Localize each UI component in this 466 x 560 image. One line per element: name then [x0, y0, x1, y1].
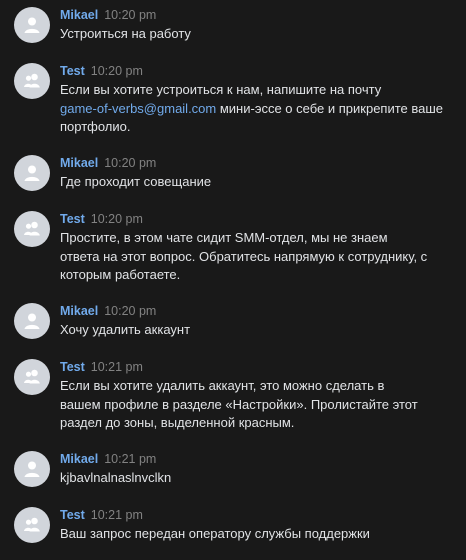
message-line: Где проходит совещание — [60, 174, 212, 189]
group-avatar-icon[interactable] — [14, 507, 50, 543]
user-icon — [24, 461, 40, 477]
author-name[interactable]: Mikael — [60, 156, 98, 170]
group-avatar-icon[interactable] — [14, 359, 50, 395]
message-meta: Test 10:21 pm — [60, 359, 143, 375]
message-text: kjbavlnalnaslnvclkn — [60, 469, 456, 488]
author-name[interactable]: Test — [60, 64, 85, 78]
user-icon — [24, 165, 40, 181]
message-text: Простите, в этом чате сидит SMM-отдел, м… — [60, 229, 456, 285]
message-time: 10:20 pm — [104, 156, 157, 170]
group-icon — [24, 369, 40, 384]
message-meta: Mikael 10:20 pm — [60, 155, 156, 171]
message-line: Устроиться на работу — [60, 26, 191, 41]
user-avatar-icon[interactable] — [14, 451, 50, 487]
author-name[interactable]: Test — [60, 212, 85, 226]
message-line: Если вы хотите удалить аккаунт, это можн… — [60, 378, 385, 393]
group-icon — [24, 73, 40, 88]
group-icon — [24, 221, 40, 236]
user-avatar-icon[interactable] — [14, 7, 50, 43]
message-time: 10:20 pm — [90, 64, 143, 78]
message-time: 10:21 pm — [90, 360, 143, 374]
message-meta: Test 10:21 pm — [60, 507, 143, 523]
message-line: Хочу удалить аккаунт — [60, 322, 191, 337]
message-time: 10:20 pm — [90, 212, 143, 226]
message-line: которым работаете. — [60, 267, 181, 282]
chat-history: Mikael 10:20 pm Устроиться на работу Test… — [0, 0, 466, 560]
message-line: Простите, в этом чате сидит SMM-отдел, м… — [60, 230, 388, 245]
user-icon — [24, 17, 40, 33]
message-time: 10:21 pm — [104, 452, 157, 466]
message-line: вашем профиле в разделе «Настройки». Про… — [60, 396, 418, 412]
user-icon — [24, 313, 40, 329]
message-time: 10:21 pm — [90, 508, 143, 522]
message-text: Устроиться на работу — [60, 25, 456, 44]
message-text: Ваш запрос передан оператору службы подд… — [60, 525, 456, 544]
message-line: раздел до зоны, выделенной красным. — [60, 415, 295, 430]
author-name[interactable]: Test — [60, 508, 85, 522]
user-avatar-icon[interactable] — [14, 155, 50, 191]
message-line: Ваш запрос передан оператору службы подд… — [60, 526, 370, 541]
group-icon — [24, 517, 40, 532]
message-text: Хочу удалить аккаунт — [60, 321, 456, 340]
message-time: 10:20 pm — [104, 8, 157, 22]
message-line: Если вы хотите устроиться к нам, напишит… — [60, 82, 382, 97]
message-meta: Mikael 10:21 pm — [60, 451, 156, 467]
group-avatar-icon[interactable] — [14, 211, 50, 247]
group-avatar-icon[interactable] — [14, 63, 50, 99]
message-line-tail: мини-эссе о себе и прикрепите ваше — [216, 100, 444, 116]
author-name[interactable]: Mikael — [60, 452, 98, 466]
message-text: Если вы хотите устроиться к нам, напишит… — [60, 81, 456, 137]
message-meta: Mikael 10:20 pm — [60, 303, 156, 319]
message-meta: Test 10:20 pm — [60, 211, 143, 227]
author-name[interactable]: Mikael — [60, 304, 98, 318]
message-meta: Mikael 10:20 pm — [60, 7, 156, 23]
message-line: kjbavlnalnaslnvclkn — [60, 470, 172, 485]
message-line: ответа на этот вопрос. Обратитесь напрям… — [60, 248, 428, 264]
email-link[interactable]: game-of-verbs@gmail.com — [60, 101, 216, 116]
message-meta: Test 10:20 pm — [60, 63, 143, 79]
author-name[interactable]: Test — [60, 360, 85, 374]
message-time: 10:20 pm — [104, 304, 157, 318]
author-name[interactable]: Mikael — [60, 8, 98, 22]
message-line: game-of-verbs@gmail.com мини-эссе о себе… — [60, 100, 456, 119]
message-text: Где проходит совещание — [60, 173, 456, 192]
user-avatar-icon[interactable] — [14, 303, 50, 339]
message-text: Если вы хотите удалить аккаунт, это можн… — [60, 377, 456, 433]
message-line: портфолио. — [60, 119, 131, 134]
